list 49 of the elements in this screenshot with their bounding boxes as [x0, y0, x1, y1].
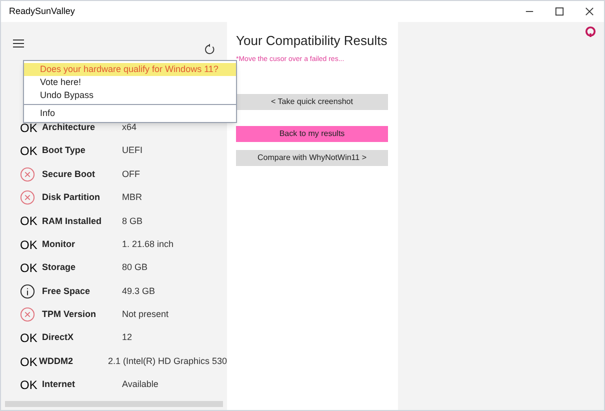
action-button[interactable]: < Take quick creenshot — [236, 94, 388, 110]
info-icon — [20, 284, 35, 299]
ok-mark: OK — [20, 238, 38, 251]
check-label: Free Space — [42, 284, 92, 298]
ok-mark: OK — [20, 262, 38, 274]
menu-icon[interactable] — [13, 38, 24, 48]
check-value: MBR — [122, 191, 142, 204]
ok-mark: OK — [20, 122, 38, 134]
refresh-icon[interactable] — [204, 44, 215, 54]
ok-mark: OK — [20, 215, 38, 228]
horizontal-scrollbar[interactable] — [5, 401, 223, 407]
check-value: Available — [122, 378, 158, 392]
check-value: OFF — [122, 168, 140, 181]
check-label: Boot Type — [42, 144, 86, 158]
check-label: Storage — [42, 261, 77, 274]
check-label: DirectX — [42, 331, 75, 344]
results-title: Your Compatibility Results — [236, 32, 388, 50]
action-button[interactable]: Back to my results — [236, 126, 388, 142]
check-value: 49.3 GB — [122, 284, 156, 298]
close-icon — [584, 7, 594, 16]
check-label: RAM Installed — [42, 214, 103, 228]
action-button[interactable]: Compare with WhyNotWin11 > — [236, 150, 388, 166]
error-icon — [20, 307, 35, 322]
check-value: 2.1 (Intel(R) HD Graphics 530 — [108, 354, 227, 368]
check-label: Monitor — [42, 238, 76, 251]
check-label: Architecture — [42, 120, 96, 134]
check-label: Secure Boot — [42, 168, 96, 181]
menu-item[interactable]: Undo Bypass — [24, 89, 236, 102]
check-value: 80 GB — [122, 261, 148, 274]
menu-item[interactable]: Vote here! — [24, 76, 236, 89]
check-label: Internet — [42, 378, 76, 392]
ok-mark: OK — [20, 145, 38, 158]
check-value: 1. 21.68 inch — [122, 238, 174, 251]
window-title: ReadySunValley — [9, 4, 75, 18]
maximize-icon — [554, 7, 564, 16]
check-value: 8 GB — [122, 214, 143, 228]
check-value: UEFI — [122, 144, 143, 158]
check-value: x64 — [122, 120, 137, 134]
error-icon — [20, 166, 35, 182]
menu-item[interactable]: Info — [24, 107, 236, 120]
check-value: Not present — [122, 308, 169, 322]
ok-mark: OK — [20, 378, 38, 391]
check-label: WDDM2 — [38, 354, 74, 368]
error-icon — [20, 190, 35, 206]
ok-mark: OK — [20, 332, 38, 344]
check-value: 12 — [122, 331, 132, 344]
ok-mark: OK — [20, 356, 38, 368]
check-label: Disk Partition — [42, 191, 102, 204]
check-label: TPM Version — [42, 308, 98, 322]
